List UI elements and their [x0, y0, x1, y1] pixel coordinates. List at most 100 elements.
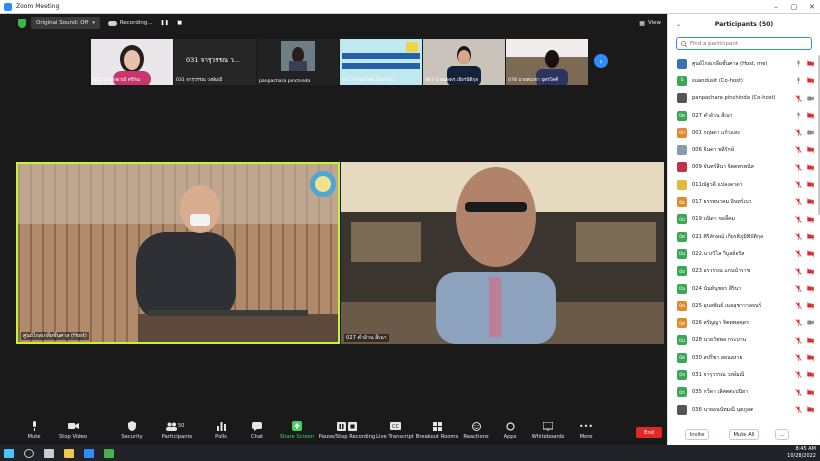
video-off-icon[interactable]: [807, 215, 814, 223]
invite-button[interactable]: Invite: [685, 429, 709, 440]
mic-icon[interactable]: [795, 77, 802, 85]
stop-video-button[interactable]: Stop Video: [48, 421, 98, 440]
thumbnail-video[interactable]: 067 นายนพพร เธียรนิติกุล: [423, 39, 505, 85]
thumbnail-video[interactable]: 017 ธรรพนาคม อินทร์เบว: [340, 39, 422, 85]
participant-search[interactable]: [676, 37, 812, 50]
muted-mic-icon[interactable]: [795, 163, 802, 171]
muted-mic-icon[interactable]: [795, 388, 802, 396]
participant-row[interactable]: 006 จินดา พลีรักษ์: [668, 141, 818, 158]
video-off-icon[interactable]: [807, 267, 814, 275]
muted-mic-icon[interactable]: [795, 181, 802, 189]
app-taskbar-icon[interactable]: [104, 448, 114, 458]
participant-row[interactable]: 036 นายอนนัทมณี นุตภูลต: [668, 401, 818, 418]
participant-row[interactable]: 0ก 035 กวีดา เลิศตตะปนิยา: [668, 384, 818, 401]
participant-video[interactable]: 027 คำอ้วน สีเนา: [341, 162, 664, 344]
muted-mic-icon[interactable]: [795, 336, 802, 344]
security-button[interactable]: Security: [107, 421, 157, 440]
participant-row[interactable]: 011ณัฐวดี แปลงคาดา: [668, 176, 818, 193]
participant-row[interactable]: panpachara pinchinda (Co-host): [668, 90, 818, 107]
participant-row[interactable]: 0ส 030 สปรีชา สอนสงาย: [668, 349, 818, 366]
participant-row[interactable]: 0ก 001 กฤษดา แก้วแสง: [668, 124, 818, 141]
video-icon[interactable]: [807, 129, 814, 136]
thumbnail-video[interactable]: 031 จารุวรรณ ว... 031 จารุวรรณ วงษ์มณี: [174, 39, 256, 85]
active-speaker-video[interactable]: ศูนย์ไกล่เกลี่ยชั้นศาล (Host): [16, 162, 340, 344]
mic-icon[interactable]: [795, 112, 802, 119]
collapse-panel-icon[interactable]: ⌄: [676, 21, 681, 28]
stop-recording-icon[interactable]: ■: [177, 20, 183, 26]
participant-row[interactable]: 0ค 027 คำอ้วน สีเนา: [668, 107, 818, 124]
muted-mic-icon[interactable]: [795, 319, 802, 327]
muted-mic-icon[interactable]: [795, 250, 802, 258]
video-off-icon[interactable]: [807, 233, 814, 240]
more-button[interactable]: ••• More: [561, 421, 611, 441]
muted-mic-icon[interactable]: [795, 302, 802, 310]
participant-row[interactable]: 0อ 023 อรวรรณ แกนนำราช: [668, 263, 818, 280]
participant-row[interactable]: 0ส 021 ศิริลักษณ์ เกียรติภูมิพิบัติกุล: [668, 228, 818, 245]
muted-mic-icon[interactable]: [795, 267, 802, 275]
muted-mic-icon[interactable]: [795, 354, 802, 362]
participant-row[interactable]: ศูนย์ไกล่เกลี่ยชั้นศาล (Host, me): [668, 55, 818, 72]
video-off-icon[interactable]: [807, 388, 814, 396]
video-off-icon[interactable]: [807, 285, 814, 292]
participant-row[interactable]: 0ส 026 สรัญญา จิตตพลคุดร: [668, 314, 818, 331]
participant-row[interactable]: 0จ 031 จารุวรรณ วงษ์มณี: [668, 366, 818, 383]
participant-row[interactable]: 0อ 025 อุบลพันธ์ เมลลุชาวาลจนร์: [668, 297, 818, 314]
video-off-icon[interactable]: [807, 371, 814, 379]
thumbnail-video[interactable]: 052 นางกัลยาณี ศรีกัณ: [91, 39, 173, 85]
video-off-icon[interactable]: [807, 354, 814, 361]
participant-row[interactable]: 0น 022.นางวิไล วิบูลย์จรัส: [668, 245, 818, 262]
search-input[interactable]: [690, 40, 800, 47]
video-off-icon[interactable]: [807, 163, 814, 171]
participant-row[interactable]: 009 จันทร์สีนา จิตตพรพนัส: [668, 159, 818, 176]
view-button[interactable]: ▦ View: [639, 17, 661, 29]
panel-more-button[interactable]: ...: [775, 429, 789, 440]
muted-mic-icon[interactable]: [795, 146, 802, 154]
search-icon[interactable]: [24, 448, 34, 458]
video-off-icon[interactable]: [807, 181, 814, 188]
video-off-icon[interactable]: [807, 60, 814, 67]
video-off-icon[interactable]: [807, 112, 814, 119]
taskbar-clock[interactable]: 8:45 AM 10/28/2022: [787, 446, 816, 460]
participant-row[interactable]: 0น 028 นายวัชพล กระบาน: [668, 332, 818, 349]
security-shield-icon[interactable]: [18, 18, 26, 28]
video-off-icon[interactable]: [807, 146, 814, 154]
muted-mic-icon[interactable]: [795, 406, 802, 413]
maximize-button[interactable]: ▢: [786, 0, 802, 14]
thumbnail-video[interactable]: panpachara pinchinda: [257, 39, 339, 85]
mute-all-button[interactable]: Mute All: [729, 429, 759, 440]
task-view-icon[interactable]: [44, 448, 54, 458]
close-button[interactable]: ✕: [804, 0, 820, 14]
pause-stop-recording-button[interactable]: Pause/Stop Recording: [318, 421, 376, 440]
muted-mic-icon[interactable]: [795, 371, 802, 379]
muted-mic-icon[interactable]: [795, 233, 802, 240]
pause-recording-icon[interactable]: ❚❚: [160, 20, 168, 26]
next-page-button[interactable]: ›: [594, 54, 608, 68]
video-off-icon[interactable]: [807, 198, 814, 206]
mic-icon[interactable]: [795, 60, 802, 67]
participant-row[interactable]: 0น 024 นันท์นุชธร สีรินา: [668, 280, 818, 297]
file-explorer-icon[interactable]: [64, 448, 74, 458]
video-icon[interactable]: [807, 319, 814, 326]
muted-mic-icon[interactable]: [795, 215, 802, 223]
end-meeting-button[interactable]: End: [636, 427, 662, 438]
video-off-icon[interactable]: [807, 406, 814, 413]
windows-start-icon[interactable]: [4, 448, 14, 458]
zoom-taskbar-icon[interactable]: [84, 448, 94, 458]
video-icon[interactable]: [807, 95, 814, 102]
video-off-icon[interactable]: [807, 302, 814, 309]
participants-button[interactable]: 50 Participants: [152, 421, 202, 440]
participant-row[interactable]: Ssuandusit (Co-host): [668, 72, 818, 89]
participant-row[interactable]: 0ธ 017 ธรรพนาคม อินทร์เบว: [668, 193, 818, 210]
share-screen-button[interactable]: Share Screen: [272, 421, 322, 440]
original-sound-toggle[interactable]: Original Sound: Off ▾: [31, 17, 100, 29]
video-off-icon[interactable]: [807, 336, 814, 344]
muted-mic-icon[interactable]: [795, 285, 802, 292]
participant-row[interactable]: 0บ 019 บนิดา ขอลี้คม: [668, 211, 818, 228]
muted-mic-icon[interactable]: [795, 94, 802, 102]
muted-mic-icon[interactable]: [795, 198, 802, 206]
minimize-button[interactable]: –: [768, 0, 784, 14]
video-off-icon[interactable]: [807, 77, 814, 85]
video-off-icon[interactable]: [807, 250, 814, 258]
muted-mic-icon[interactable]: [795, 129, 802, 137]
thumbnail-video[interactable]: 078 นายสมเชา บุตรโคคี: [506, 39, 588, 85]
